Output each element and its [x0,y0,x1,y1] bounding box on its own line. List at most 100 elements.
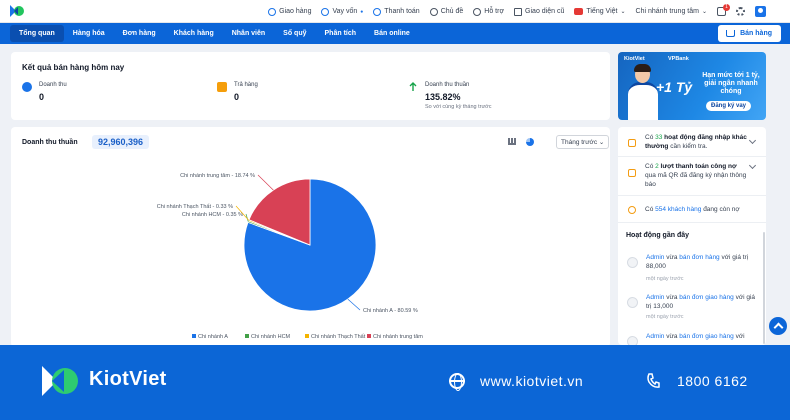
footer-banner: KiotViet www.kiotviet.vn 1800 6162 [0,345,790,420]
revenue-value: 0 [39,92,45,102]
notice-item[interactable]: Có 2 lượt thanh toán công nợ qua mã QR đ… [618,157,766,196]
chevron-down-icon: ⌄ [620,9,626,15]
phone-icon [647,373,660,388]
tab-products[interactable]: Hàng hóa [64,25,114,42]
slice-label: Chi nhánh trung tâm - 18.74 % [180,173,255,179]
legend-label[interactable]: Chi nhánh Thạch Thất [311,334,366,340]
notice-text: Có 33 hoạt động đăng nhập khác thường cầ… [645,134,747,150]
money-icon [321,7,330,16]
mail-icon[interactable]: 1 [717,4,730,16]
activity-time: một ngày trước [646,276,684,282]
legend-label[interactable]: Chi nhánh trung tâm [373,334,423,340]
tab-analytics[interactable]: Phân tích [316,25,366,42]
slice-label: Chi nhánh HCM - 0.35 % [182,212,243,218]
activity-scrollbar[interactable] [763,232,765,344]
banner-person-illustration [628,64,658,120]
theme-link[interactable]: Chủ đề [429,7,464,16]
legend-label[interactable]: Chi nhánh HCM [251,334,291,340]
old-ui-link[interactable]: Giao diện cũ [514,7,565,16]
tab-orders[interactable]: Đơn hàng [114,25,165,42]
delivery-link[interactable]: Giao hàng [268,7,312,16]
main-navbar: Tổng quan Hàng hóa Đơn hàng Khách hàng N… [0,23,790,44]
activity-text: Admin vừa bán đơn giao hàng với [646,333,745,340]
footer-brand: KiotViet [89,368,167,390]
slice-leader-line [347,298,361,311]
scroll-top-button[interactable] [769,317,787,335]
register-loan-button[interactable]: Đăng ký vay [706,101,752,111]
banner-brand: KiotViet [624,56,645,62]
notice-item[interactable]: Có 33 hoạt động đăng nhập khác thường cầ… [618,127,766,157]
revenue-label: Doanh thu [39,82,67,88]
activity-time: một ngày trước [646,314,684,320]
slice-label: Chi nhánh A - 80.59 % [363,308,418,314]
top-bar: Giao hàng Vay vốn ● Thanh toán Chủ đề Hỗ … [0,0,790,23]
slice-leader-line [257,174,274,191]
new-dot-icon: ● [360,8,364,15]
sell-button-label: Bán hàng [740,30,772,37]
vn-flag-icon [574,8,584,15]
old-ui-label: Giao diện cũ [525,8,565,15]
tab-overview[interactable]: Tổng quan [10,25,64,42]
tab-customers[interactable]: Khách hàng [165,25,223,42]
returns-value: 0 [234,92,240,102]
legend-swatch [305,334,309,338]
gear-icon[interactable] [736,7,745,16]
chevron-down-icon: ⌄ [701,9,707,15]
today-summary-card: Kết quả bán hàng hôm nay Doanh thu 0 Trả… [11,52,610,120]
banner-amount: +1 Tỷ [656,79,693,95]
theme-label: Chủ đề [440,8,464,15]
monitor-icon [514,7,523,16]
customer-icon [628,206,636,214]
net-revenue-sub: So với cùng kỳ tháng trước [425,104,492,110]
globe-icon [449,373,465,391]
footer-website[interactable]: www.kiotviet.vn [480,373,583,389]
cart-icon [726,30,736,37]
notice-item[interactable]: Có 554 khách hàng đang còn nợ [618,196,766,223]
loan-banner[interactable]: KiotViet VPBank +1 Tỷ Hạn mức tới 1 tỷ, … [618,52,766,120]
recent-activity-title: Hoạt động gần đây [626,232,689,239]
notice-text: Có 554 khách hàng đang còn nợ [645,206,740,213]
support-icon [473,7,482,16]
payment-label: Thanh toán [384,8,420,15]
payment-icon [373,7,382,16]
language-select[interactable]: Tiếng Việt ⌄ [574,8,626,15]
loan-label: Vay vốn [332,8,358,15]
net-revenue-label: Doanh thu thuần [425,82,470,88]
net-revenue-value: 135.82% [425,92,461,102]
pie-chart: Chi nhánh A - 80.59 % Chi nhánh HCM - 0.3… [157,173,424,340]
truck-icon [268,7,277,16]
language-label: Tiếng Việt [586,8,618,15]
kiotviet-logo-icon [42,366,78,396]
avatar[interactable] [755,6,766,17]
bag-icon [627,297,638,308]
revenue-chart-card: Doanh thu thuần 92,960,396 Tháng trước ⌄… [11,127,610,347]
top-utility-menu: Giao hàng Vay vốn ● Thanh toán Chủ đề Hỗ … [268,0,766,23]
legend-label[interactable]: Chi nhánh A [198,334,228,340]
slice-label: Chi nhánh Thạch Thất - 0.33 % [157,204,233,210]
payment-link[interactable]: Thanh toán [373,7,420,16]
banner-partner: VPBank [668,56,689,62]
notice-text: Có 2 lượt thanh toán công nợ qua mã QR đ… [645,163,747,188]
footer-phone[interactable]: 1800 6162 [677,373,748,389]
bag-icon [627,336,638,345]
tab-cashbook[interactable]: Sổ quỹ [274,25,315,42]
branch-select[interactable]: Chi nhánh trung tâm ⌄ [636,8,707,15]
legend-swatch [245,334,249,338]
dollar-icon [22,82,32,92]
support-label: Hỗ trợ [484,8,505,15]
tab-staff[interactable]: Nhân viên [223,25,274,42]
kiotviet-logo-icon[interactable] [9,4,25,18]
chevron-down-icon[interactable] [748,161,757,170]
palette-icon [429,7,438,16]
loan-link[interactable]: Vay vốn ● [321,7,364,16]
tab-online-sales[interactable]: Bán online [365,25,419,42]
sell-button[interactable]: Bán hàng [718,25,781,42]
chevron-down-icon[interactable] [748,136,757,145]
delivery-label: Giao hàng [279,8,312,15]
support-link[interactable]: Hỗ trợ [473,7,505,16]
arrow-up-icon [409,82,417,91]
return-icon [217,82,227,92]
legend-swatch [192,334,196,338]
legend-swatch [367,334,371,338]
branch-label: Chi nhánh trung tâm [635,8,699,15]
